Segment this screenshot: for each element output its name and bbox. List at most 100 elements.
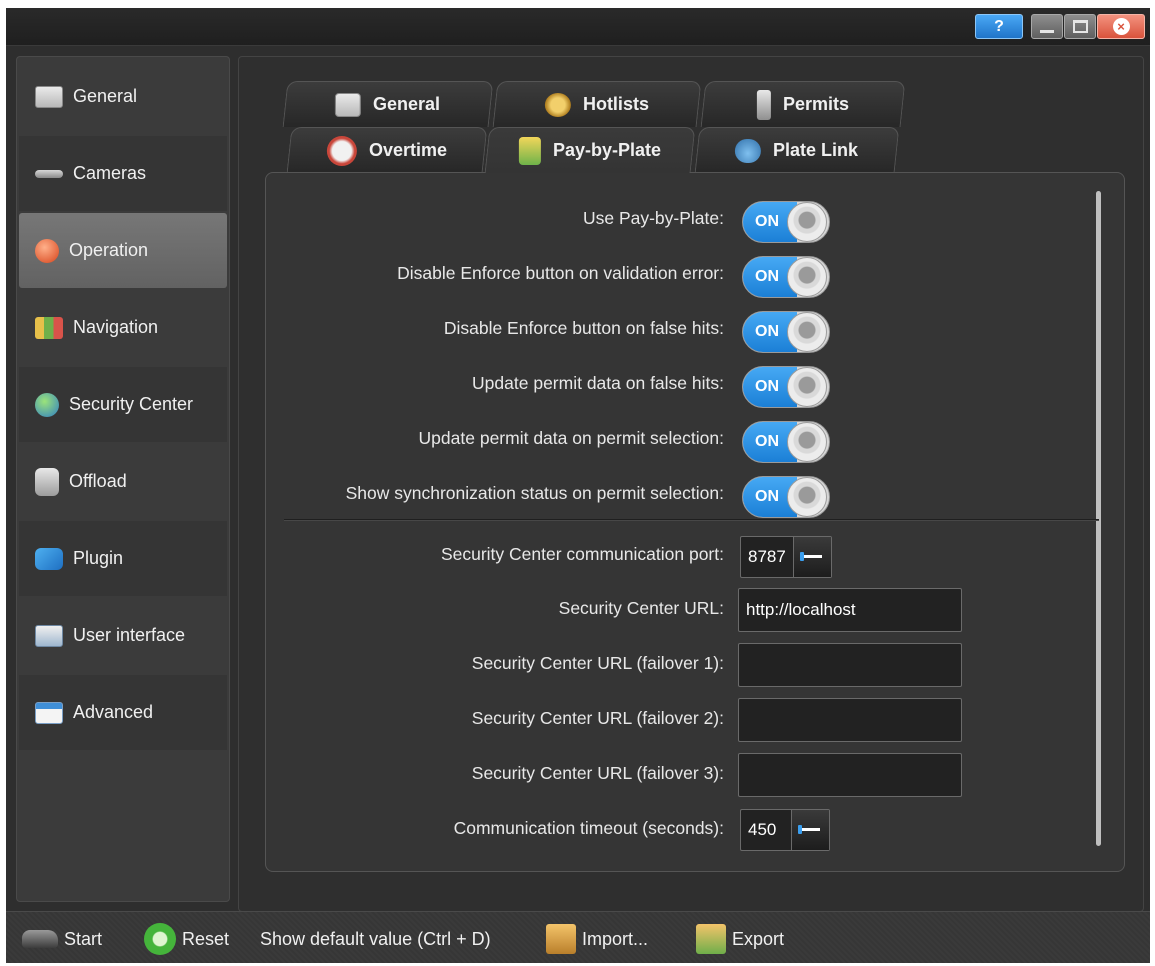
- failover1-field[interactable]: [738, 643, 962, 687]
- camera-icon: [35, 169, 63, 178]
- toggle-knob: [787, 202, 827, 242]
- update-permit-false-hits-toggle[interactable]: ON: [742, 366, 830, 408]
- use-pay-by-plate-label: Use Pay-by-Plate:: [582, 208, 724, 228]
- failover1-label: Security Center URL (failover 1):: [471, 653, 724, 673]
- import-label: Import...: [582, 928, 649, 949]
- show-default-button[interactable]: Show default value (Ctrl + D): [260, 922, 491, 956]
- sidebar-item-cameras[interactable]: Cameras: [19, 136, 227, 211]
- slider-handle-icon[interactable]: [791, 810, 829, 850]
- port-stepper[interactable]: 8787: [740, 536, 832, 578]
- export-label: Export: [732, 928, 785, 949]
- toggle-knob: [787, 367, 827, 407]
- tab-overtime[interactable]: Overtime: [286, 127, 488, 173]
- sidebar-item-general[interactable]: General: [19, 59, 227, 134]
- failover3-field[interactable]: [738, 753, 962, 797]
- import-button[interactable]: Import...: [546, 922, 648, 956]
- sidebar-item-label: General: [73, 86, 138, 106]
- start-button[interactable]: Start: [22, 922, 102, 956]
- help-button[interactable]: ?: [975, 14, 1023, 39]
- permit-meter-icon: [756, 89, 771, 120]
- title-bar[interactable]: ? ×: [6, 8, 1150, 46]
- failover3-label: Security Center URL (failover 3):: [471, 763, 724, 783]
- maximize-button[interactable]: [1064, 14, 1096, 39]
- minimize-button[interactable]: [1031, 14, 1063, 39]
- sidebar-item-label: Offload: [69, 471, 127, 491]
- update-permit-false-hits-label: Update permit data on false hits:: [472, 373, 724, 393]
- gauge-icon: [326, 135, 357, 166]
- failover2-field[interactable]: [738, 698, 962, 742]
- tab-label: Pay-by-Plate: [552, 140, 661, 160]
- tab-general[interactable]: General: [282, 81, 494, 127]
- sidebar-item-navigation[interactable]: Navigation: [19, 290, 227, 365]
- pay-by-plate-panel: Use Pay-by-Plate: ON Disable Enforce but…: [265, 172, 1125, 872]
- slider-handle-icon[interactable]: [793, 537, 831, 577]
- sheriff-star-icon: [544, 92, 571, 117]
- tab-label: Plate Link: [773, 140, 859, 160]
- cloud-link-icon: [735, 138, 762, 163]
- import-box-icon: [546, 924, 576, 954]
- tab-pay-by-plate[interactable]: Pay-by-Plate: [484, 127, 696, 173]
- operation-icon: [35, 238, 59, 263]
- sidebar-item-security-center[interactable]: Security Center: [19, 367, 227, 442]
- general-icon: [35, 85, 63, 108]
- tab-label: General: [373, 94, 441, 114]
- toggle-knob: [787, 312, 827, 352]
- show-sync-status-label: Show synchronization status on permit se…: [345, 483, 724, 503]
- timeout-label: Communication timeout (seconds):: [453, 818, 724, 838]
- sidebar-item-label: Plugin: [73, 548, 124, 568]
- sidebar-item-label: Advanced: [73, 702, 154, 722]
- sidebar-item-user-interface[interactable]: User interface: [19, 598, 227, 673]
- sidebar-item-label: User interface: [73, 625, 186, 645]
- update-permit-selection-label: Update permit data on permit selection:: [418, 428, 724, 448]
- sidebar-nav: General Cameras Operation Navigation Sec…: [16, 56, 230, 902]
- sidebar-item-plugin[interactable]: Plugin: [19, 521, 227, 596]
- tab-permits[interactable]: Permits: [700, 81, 906, 127]
- tab-label: Hotlists: [582, 94, 649, 114]
- export-button[interactable]: Export: [696, 922, 784, 956]
- show-sync-status-toggle[interactable]: ON: [742, 476, 830, 518]
- car-icon: [22, 930, 58, 948]
- show-default-label: Show default value (Ctrl + D): [260, 928, 491, 949]
- sidebar-item-label: Security Center: [69, 394, 194, 414]
- tab-plate-link[interactable]: Plate Link: [694, 127, 900, 173]
- update-permit-selection-toggle[interactable]: ON: [742, 421, 830, 463]
- tab-label: Permits: [782, 94, 849, 114]
- refresh-icon: [144, 923, 176, 955]
- close-icon: ×: [1112, 18, 1130, 35]
- port-value: 8787: [748, 547, 786, 566]
- general-icon: [335, 92, 362, 117]
- sidebar-item-advanced[interactable]: Advanced: [19, 675, 227, 750]
- disable-enforce-validation-toggle[interactable]: ON: [742, 256, 830, 298]
- sidebar-item-label: Navigation: [73, 317, 159, 337]
- timeout-value: 450: [748, 820, 777, 839]
- settings-window: ? × General Cameras Operation Navigation…: [6, 8, 1150, 963]
- sidebar-item-label: Cameras: [73, 163, 147, 183]
- maximize-icon: [1072, 20, 1088, 33]
- toggle-knob: [787, 477, 827, 517]
- sidebar-item-operation[interactable]: Operation: [19, 213, 227, 288]
- tab-label: Overtime: [368, 140, 447, 160]
- url-field[interactable]: http://localhost: [738, 588, 962, 632]
- sidebar-item-label: Operation: [69, 240, 149, 260]
- map-icon: [35, 316, 63, 339]
- url-label: Security Center URL:: [558, 598, 724, 618]
- pay-by-plate-icon: [518, 136, 541, 165]
- sidebar-item-offload[interactable]: Offload: [19, 444, 227, 519]
- globe-icon: [35, 392, 59, 417]
- close-button[interactable]: ×: [1097, 14, 1145, 39]
- help-label: ?: [994, 17, 1004, 35]
- section-divider: [284, 519, 1099, 520]
- toggle-knob: [787, 422, 827, 462]
- use-pay-by-plate-toggle[interactable]: ON: [742, 201, 830, 243]
- export-box-icon: [696, 924, 726, 954]
- tab-hotlists[interactable]: Hotlists: [492, 81, 702, 127]
- disable-enforce-false-hits-toggle[interactable]: ON: [742, 311, 830, 353]
- reset-label: Reset: [182, 928, 230, 949]
- reset-button[interactable]: Reset: [144, 922, 229, 956]
- settings-content: General Hotlists Permits Overtime Pay-by…: [238, 56, 1144, 912]
- timeout-stepper[interactable]: 450: [740, 809, 830, 851]
- user-interface-icon: [35, 624, 63, 647]
- puzzle-icon: [35, 547, 63, 570]
- failover2-label: Security Center URL (failover 2):: [471, 708, 724, 728]
- start-label: Start: [64, 928, 103, 949]
